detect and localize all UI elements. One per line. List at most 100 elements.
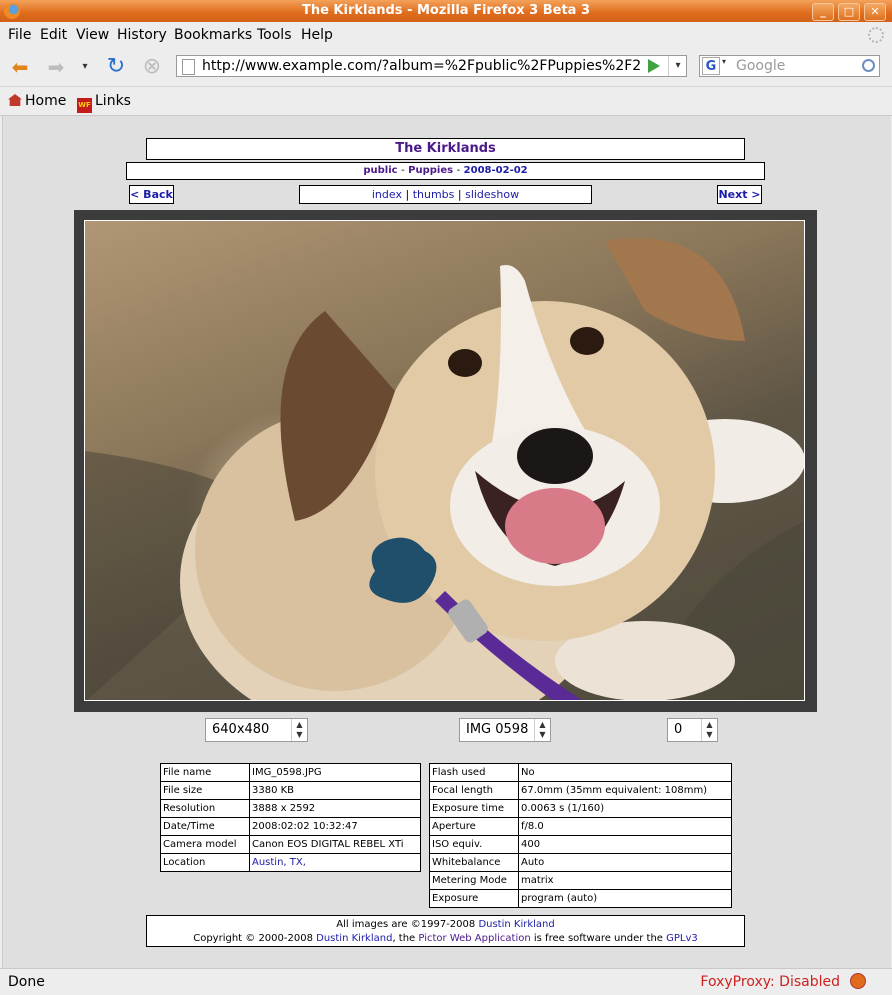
home-icon <box>8 94 22 106</box>
reload-icon[interactable]: ↻ <box>104 56 128 78</box>
menu-help[interactable]: Help <box>301 27 333 43</box>
table-row: File name IMG_0598.JPG <box>160 763 421 782</box>
info-key: Whitebalance <box>429 853 519 872</box>
search-input[interactable]: Google <box>736 58 785 74</box>
footer-text: , the <box>392 933 416 944</box>
info-value: f/8.0 <box>518 817 732 836</box>
table-row: Resolution 3888 x 2592 <box>160 799 421 818</box>
thumbs-link[interactable]: thumbs <box>413 188 455 201</box>
spinner-arrows-icon[interactable]: ▲ ▼ <box>701 719 717 741</box>
spinner-arrows-icon[interactable]: ▲ ▼ <box>291 719 307 741</box>
gallery-nav: index | thumbs | slideshow <box>299 185 592 204</box>
back-link[interactable]: < Back <box>129 185 174 204</box>
spinner-arrows-icon[interactable]: ▲ ▼ <box>534 719 550 741</box>
url-bar[interactable]: http://www.example.com/?album=%2Fpublic%… <box>176 55 687 77</box>
bookmark-home[interactable]: Home <box>8 93 66 109</box>
maximize-button[interactable]: □ <box>838 3 860 21</box>
next-link[interactable]: Next > <box>717 185 762 204</box>
info-value: 67.0mm (35mm equivalent: 108mm) <box>518 781 732 800</box>
minimize-button[interactable]: _ <box>812 3 834 21</box>
menu-view[interactable]: View <box>76 27 109 43</box>
table-row: File size 3380 KB <box>160 781 421 800</box>
gpl-link[interactable]: GPLv3 <box>666 933 698 944</box>
info-key: Location <box>160 853 250 872</box>
page-footer: All images are ©1997-2008 Dustin Kirklan… <box>146 915 745 947</box>
close-button[interactable]: ✕ <box>864 3 886 21</box>
page-icon <box>182 59 195 75</box>
info-key: File name <box>160 763 250 782</box>
info-key: Exposure <box>429 889 519 908</box>
info-value: 400 <box>518 835 732 854</box>
info-key: File size <box>160 781 250 800</box>
info-key: Aperture <box>429 817 519 836</box>
menu-file[interactable]: File <box>8 27 31 43</box>
footer-line-2: Copyright © 2000-2008 Dustin Kirkland, t… <box>147 932 744 946</box>
info-key: Flash used <box>429 763 519 782</box>
window-titlebar: The Kirklands - Mozilla Firefox 3 Beta 3… <box>0 0 892 22</box>
menu-history[interactable]: History <box>117 27 167 43</box>
puppy-illustration <box>85 238 804 700</box>
window-title: The Kirklands - Mozilla Firefox 3 Beta 3 <box>301 3 591 18</box>
url-text[interactable]: http://www.example.com/?album=%2Fpublic%… <box>202 58 642 74</box>
slideshow-link[interactable]: slideshow <box>465 188 519 201</box>
info-value: 2008:02:02 10:32:47 <box>249 817 421 836</box>
table-row: ISO equiv. 400 <box>429 835 732 854</box>
forward-arrow-icon[interactable]: ➡ <box>44 56 68 78</box>
stop-icon[interactable]: ⊗ <box>140 56 164 78</box>
breadcrumb-puppies[interactable]: Puppies <box>408 165 453 176</box>
breadcrumb-sep: - <box>401 165 405 176</box>
google-engine-icon[interactable]: G <box>702 57 720 75</box>
image-select[interactable]: IMG 0598 ▲ ▼ <box>459 718 551 742</box>
footer-text: All images are ©1997-2008 <box>336 919 476 930</box>
info-key: Metering Mode <box>429 871 519 890</box>
author-link[interactable]: Dustin Kirkland <box>316 933 392 944</box>
info-key: ISO equiv. <box>429 835 519 854</box>
rotation-select[interactable]: 0 ▲ ▼ <box>667 718 718 742</box>
breadcrumb-public[interactable]: public <box>363 165 397 176</box>
rotation-select-value: 0 <box>674 722 683 737</box>
navigation-toolbar: ⬅ ➡ ▾ ↻ ⊗ http://www.example.com/?album=… <box>0 48 892 87</box>
engine-dropdown-icon[interactable]: ▾ <box>722 57 726 66</box>
info-value: IMG_0598.JPG <box>249 763 421 782</box>
footer-line-1: All images are ©1997-2008 Dustin Kirklan… <box>147 918 744 932</box>
file-info-table: File name IMG_0598.JPG File size 3380 KB R… <box>160 763 421 872</box>
bookmark-home-label: Home <box>25 93 67 109</box>
index-link[interactable]: index <box>372 188 402 201</box>
menu-bookmarks[interactable]: Bookmarks <box>174 27 252 43</box>
info-value: program (auto) <box>518 889 732 908</box>
pictor-link[interactable]: Pictor Web Application <box>418 933 530 944</box>
size-select[interactable]: 640x480 ▲ ▼ <box>205 718 308 742</box>
footer-text: is free software under the <box>533 933 663 944</box>
author-link[interactable]: Dustin Kirkland <box>478 919 554 930</box>
status-bar: Done FoxyProxy: Disabled <box>0 968 892 995</box>
location-link[interactable]: Austin, TX, <box>249 853 421 872</box>
url-dropdown-icon[interactable]: ▾ <box>668 56 687 76</box>
exif-info-table: Flash used No Focal length 67.0mm (35mm eq… <box>429 763 732 908</box>
breadcrumb-date[interactable]: 2008-02-02 <box>464 165 528 176</box>
menu-bar: File Edit View History Bookmarks Tools H… <box>0 22 892 48</box>
info-value: 3888 x 2592 <box>249 799 421 818</box>
status-text: Done <box>8 974 45 990</box>
history-dropdown-icon[interactable]: ▾ <box>78 56 92 78</box>
info-key: Camera model <box>160 835 250 854</box>
image-select-value: IMG 0598 <box>466 722 529 737</box>
info-value: No <box>518 763 732 782</box>
table-row: Focal length 67.0mm (35mm equivalent: 108… <box>429 781 732 800</box>
info-value: Canon EOS DIGITAL REBEL XTi <box>249 835 421 854</box>
menu-edit[interactable]: Edit <box>40 27 67 43</box>
bookmark-links[interactable]: WF Links <box>77 93 131 113</box>
search-bar[interactable]: G ▾ Google <box>699 55 880 77</box>
puppy-photo[interactable] <box>84 220 805 701</box>
go-icon[interactable] <box>648 59 660 73</box>
page-content: The Kirklands public - Puppies - 2008-02… <box>2 116 891 968</box>
menu-tools[interactable]: Tools <box>257 27 292 43</box>
table-row: Location Austin, TX, <box>160 853 421 872</box>
search-icon[interactable] <box>862 59 875 72</box>
back-arrow-icon[interactable]: ⬅ <box>8 56 32 78</box>
info-value: matrix <box>518 871 732 890</box>
foxyproxy-icon[interactable] <box>850 973 866 989</box>
foxyproxy-status[interactable]: FoxyProxy: Disabled <box>700 974 840 990</box>
info-key: Date/Time <box>160 817 250 836</box>
bookmarks-toolbar: Home WF Links <box>0 87 892 116</box>
table-row: Camera model Canon EOS DIGITAL REBEL XTi <box>160 835 421 854</box>
